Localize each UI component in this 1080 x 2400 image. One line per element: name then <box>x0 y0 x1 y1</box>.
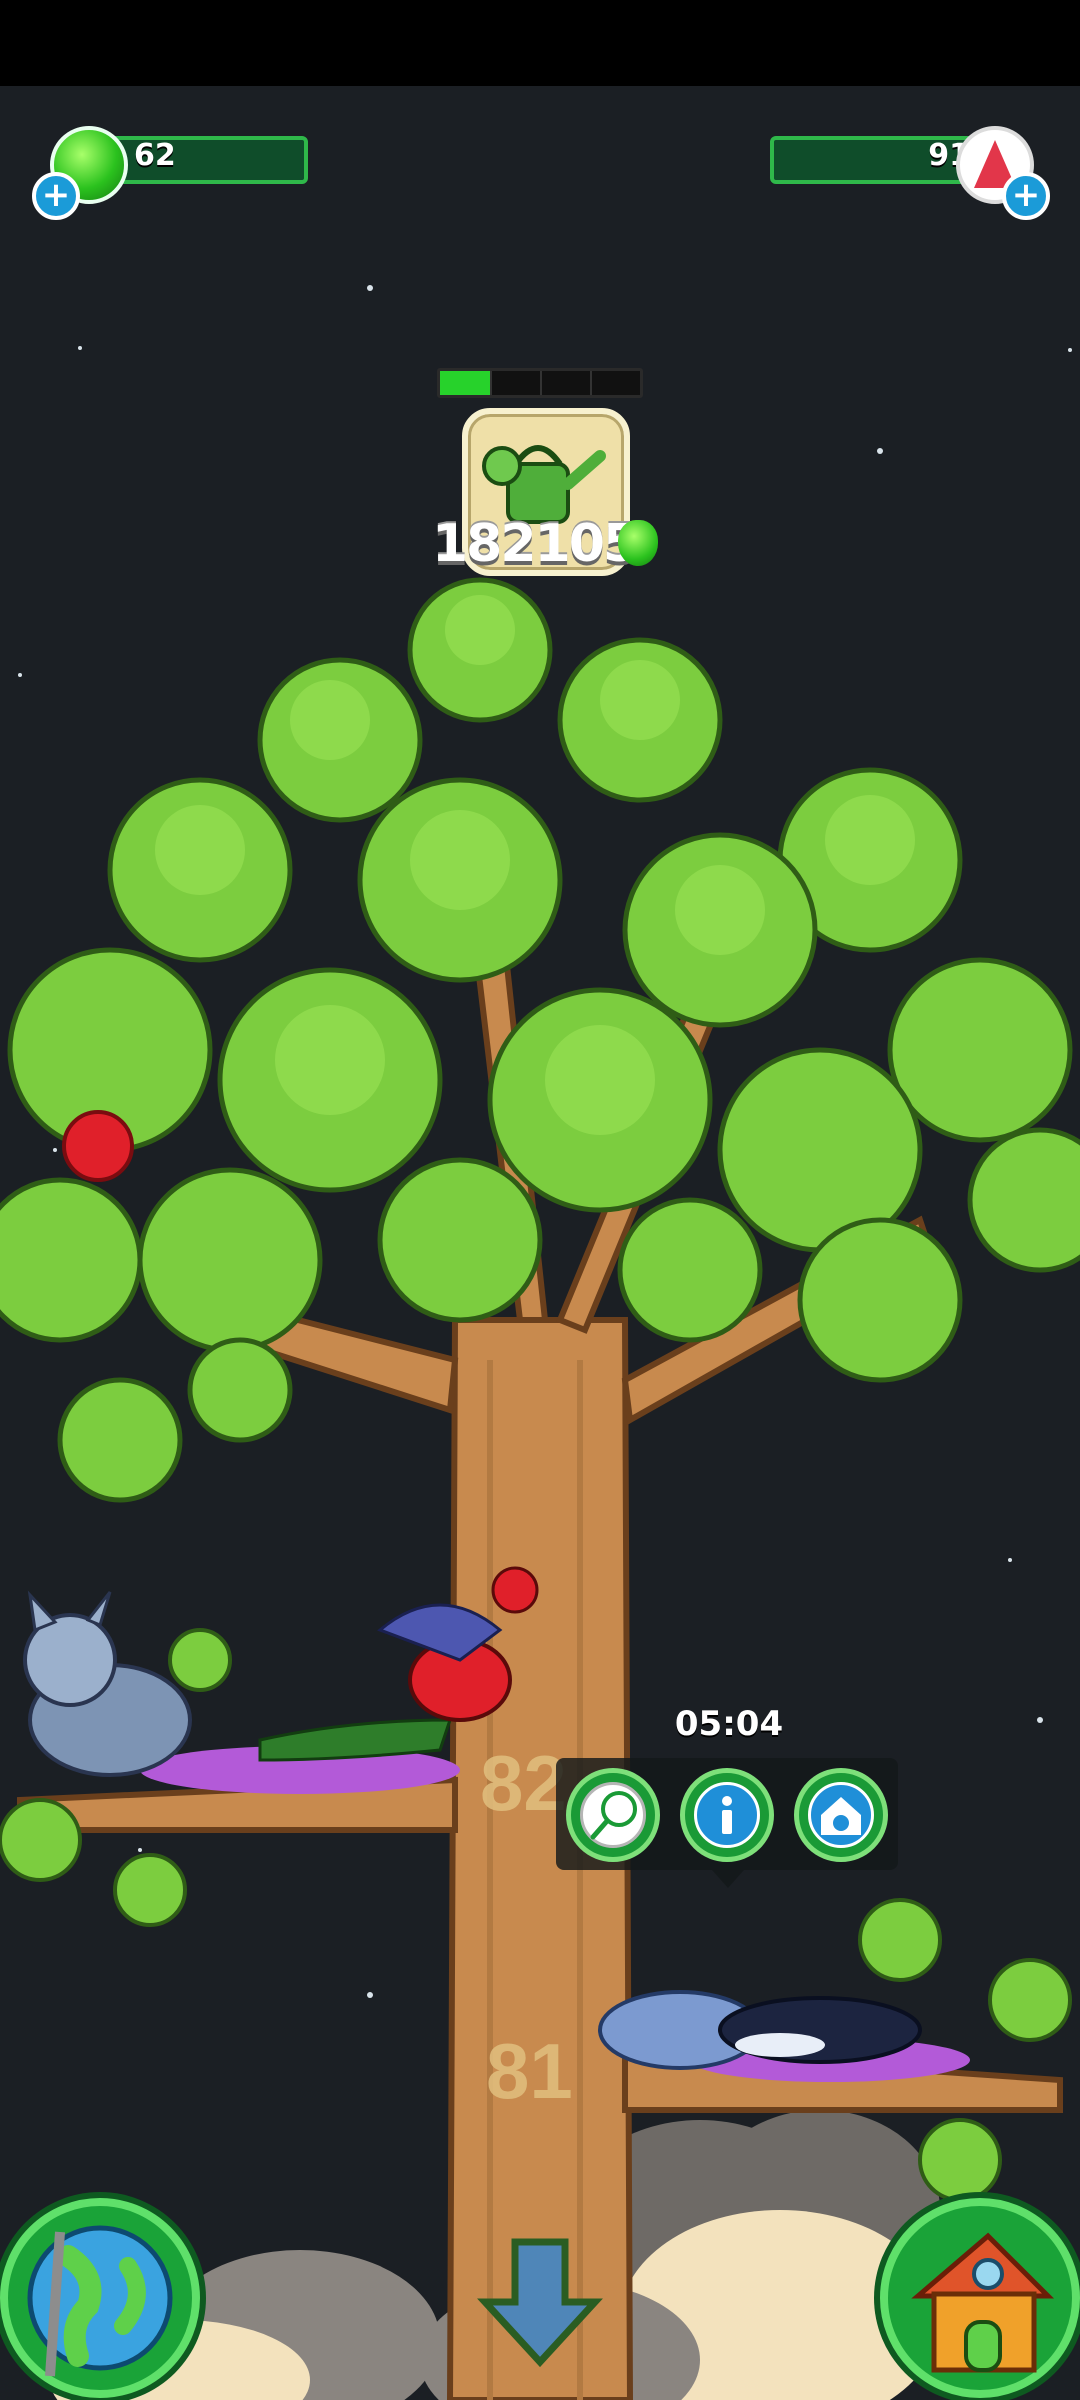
globe-icon <box>27 2225 173 2377</box>
red-gem-counter: 91 + <box>730 126 1060 220</box>
habitat-home-button[interactable] <box>880 2198 1080 2398</box>
world-map-button[interactable] <box>0 2198 200 2398</box>
info-icon <box>722 1796 732 1834</box>
nest-action-menu <box>556 1758 898 1888</box>
orca-creature[interactable] <box>718 1996 922 2064</box>
watering-progress-fill <box>440 371 490 395</box>
lynx-creature[interactable] <box>23 1590 192 1777</box>
green-gem-bar <box>100 136 308 184</box>
scroll-down-button[interactable] <box>470 2232 610 2372</box>
info-button[interactable] <box>680 1768 774 1862</box>
nest-timer: 05:04 <box>674 1704 784 1744</box>
down-arrow-icon <box>477 2238 603 2368</box>
watering-score: 182105 <box>432 514 639 574</box>
add-green-gems-button[interactable]: + <box>32 172 80 220</box>
catch-net-button[interactable] <box>566 1768 660 1862</box>
green-gem-value: 62 <box>134 138 176 173</box>
house-icon <box>911 2232 1055 2373</box>
watering-progress-bar <box>437 368 643 398</box>
status-bar <box>0 0 1080 86</box>
branch-level-81: 81 <box>486 2027 573 2115</box>
cat-house-icon <box>821 1797 861 1835</box>
add-red-gems-button[interactable]: + <box>1002 172 1050 220</box>
move-to-habitat-button[interactable] <box>794 1768 888 1862</box>
apple[interactable] <box>62 1110 134 1182</box>
net-icon <box>590 1791 637 1840</box>
branch-level-82: 82 <box>480 1739 567 1827</box>
green-gem-small-icon <box>618 520 658 566</box>
green-gem-counter: 62 + <box>30 126 360 220</box>
